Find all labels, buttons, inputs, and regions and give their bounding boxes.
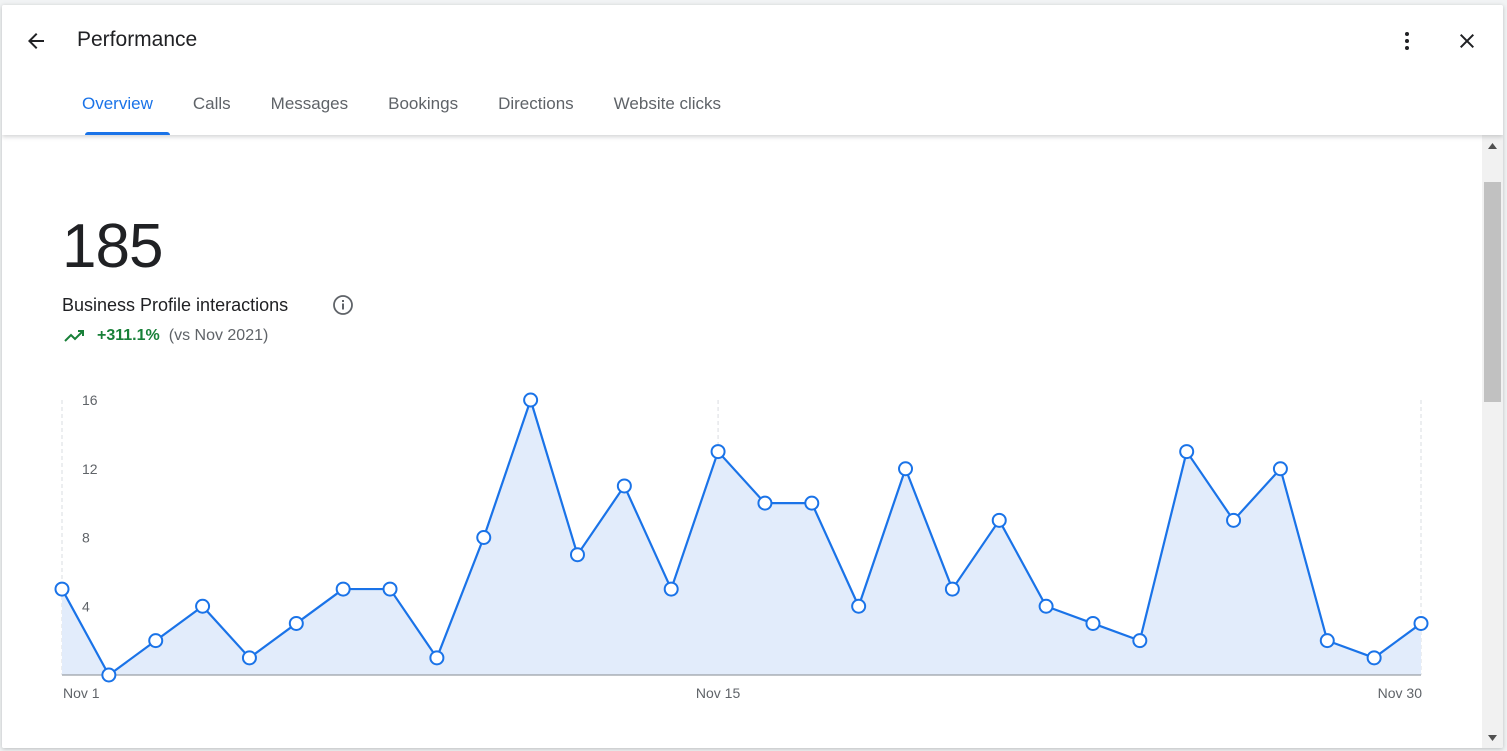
data-point [476,530,492,545]
back-button[interactable] [20,25,52,57]
info-icon[interactable] [332,294,354,316]
y-tick-label: 8 [82,530,90,546]
data-point [54,581,70,597]
trend-value: +311.1% [97,327,160,344]
y-tick-label: 4 [82,598,90,614]
data-point [898,461,914,477]
data-point [991,512,1007,528]
data-point [382,581,398,597]
data-point [1272,461,1288,477]
close-icon [1460,34,1474,48]
performance-dialog: Performance Overview Calls Messages Book… [2,5,1503,748]
trending-up-icon [64,330,84,342]
data-point [616,478,632,494]
scroll-up-button[interactable] [1482,135,1503,156]
data-point [710,444,726,460]
data-point [944,581,960,597]
data-point [804,495,820,511]
data-point [1226,512,1242,528]
trend-comparison: (vs Nov 2021) [168,327,269,344]
data-point [1038,598,1054,614]
data-point [1413,615,1429,631]
trend-row: +311.1% (vs Nov 2021) [63,327,268,345]
scroll-down-arrow-icon [1488,734,1497,741]
data-point [1319,633,1335,649]
more-vert-icon [1405,32,1409,50]
tab-overview[interactable]: Overview [62,75,173,135]
data-point [523,392,539,408]
tab-calls[interactable]: Calls [173,75,251,135]
x-tick-label: Nov 1 [63,685,100,701]
tab-messages[interactable]: Messages [251,75,368,135]
x-tick-label: Nov 30 [1378,685,1423,701]
tab-directions[interactable]: Directions [478,75,594,135]
page-title: Performance [77,28,198,51]
data-point [195,598,211,614]
data-point [1366,650,1382,666]
data-point [1179,444,1195,460]
data-point [1132,633,1148,649]
tab-website-clicks[interactable]: Website clicks [594,75,741,135]
more-options-button[interactable] [1391,25,1423,57]
total-interactions: 185 [62,212,163,281]
series-area [62,400,1421,675]
data-point [663,581,679,597]
metric-label: Business Profile interactions [62,295,289,315]
data-point [241,650,257,666]
tab-bar: Overview Calls Messages Bookings Directi… [62,75,741,135]
data-point [1085,615,1101,631]
arrow-back-icon [28,33,44,49]
data-point [429,650,445,666]
scrollbar[interactable] [1482,135,1503,748]
data-point [288,615,304,631]
data-point [757,495,773,511]
tab-bookings[interactable]: Bookings [368,75,478,135]
content-area: 185 Business Profile interactions +311.1… [2,135,1482,748]
x-tick-label: Nov 15 [696,685,741,701]
data-point [101,667,117,683]
y-tick-label: 16 [82,392,98,408]
close-button[interactable] [1451,25,1483,57]
y-tick-label: 12 [82,461,98,477]
interactions-chart: 4 8 12 16 Nov 1 Nov 15 Nov 30 [54,392,1429,701]
scroll-up-arrow-icon [1488,142,1497,149]
data-point [148,633,164,649]
data-point [335,581,351,597]
dialog-header: Performance Overview Calls Messages Book… [2,5,1503,135]
data-point [851,598,867,614]
scroll-thumb[interactable] [1484,182,1501,402]
data-point [569,547,585,563]
scroll-down-button[interactable] [1482,727,1503,748]
